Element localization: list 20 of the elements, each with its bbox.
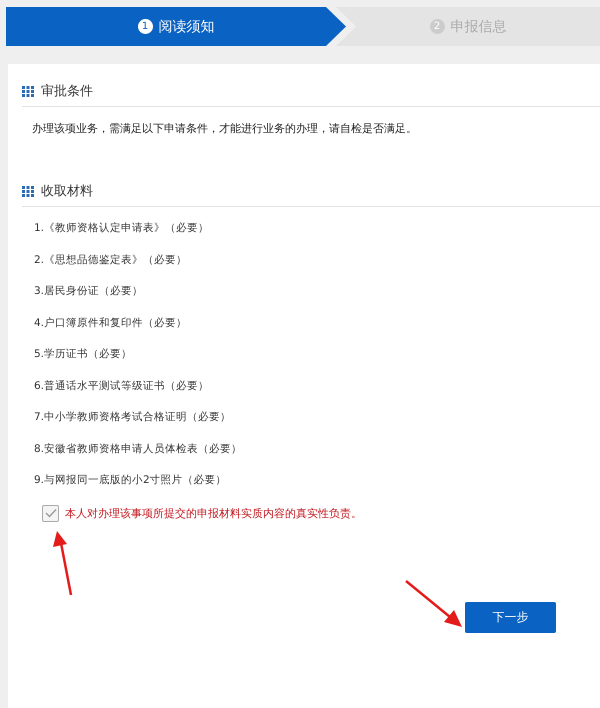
grid-icon: [22, 86, 34, 96]
material-item: 8.安徽省教师资格申请人员体检表（必要）: [34, 442, 244, 456]
check-icon: [44, 508, 56, 518]
agreement-checkbox[interactable]: [42, 504, 59, 522]
grid-icon: [22, 186, 34, 196]
agreement-label: 本人对办理该事项所提交的申报材料实质内容的真实性负责。: [65, 506, 362, 520]
material-item: 4.户口簿原件和复印件（必要）: [34, 316, 188, 330]
material-item: 6.普通话水平测试等级证书（必要）: [34, 378, 210, 394]
material-item: 2.《思想品德鉴定表》（必要）: [34, 252, 188, 268]
annotation-arrow: [404, 579, 464, 629]
material-item: 5.学历证书（必要）: [34, 347, 134, 362]
section-title: 收取材料: [41, 183, 93, 200]
next-button[interactable]: 下一步: [465, 602, 556, 632]
material-item: 7.中小学教师资格考试合格证明（必要）: [34, 410, 232, 425]
section-text: 办理该项业务，需满足以下申请条件，才能进行业务的办理，请自检是否满足。: [32, 121, 418, 136]
material-item: 3.居民身份证（必要）: [34, 284, 144, 299]
material-item: 9.与网报同一底版的小2寸照片（必要）: [34, 473, 228, 488]
material-item: 1.《教师资格认定申请表》（必要）: [34, 221, 210, 236]
section-title: 审批条件: [41, 83, 93, 100]
step-tab[interactable]: 1 阅读须知: [6, 7, 346, 46]
